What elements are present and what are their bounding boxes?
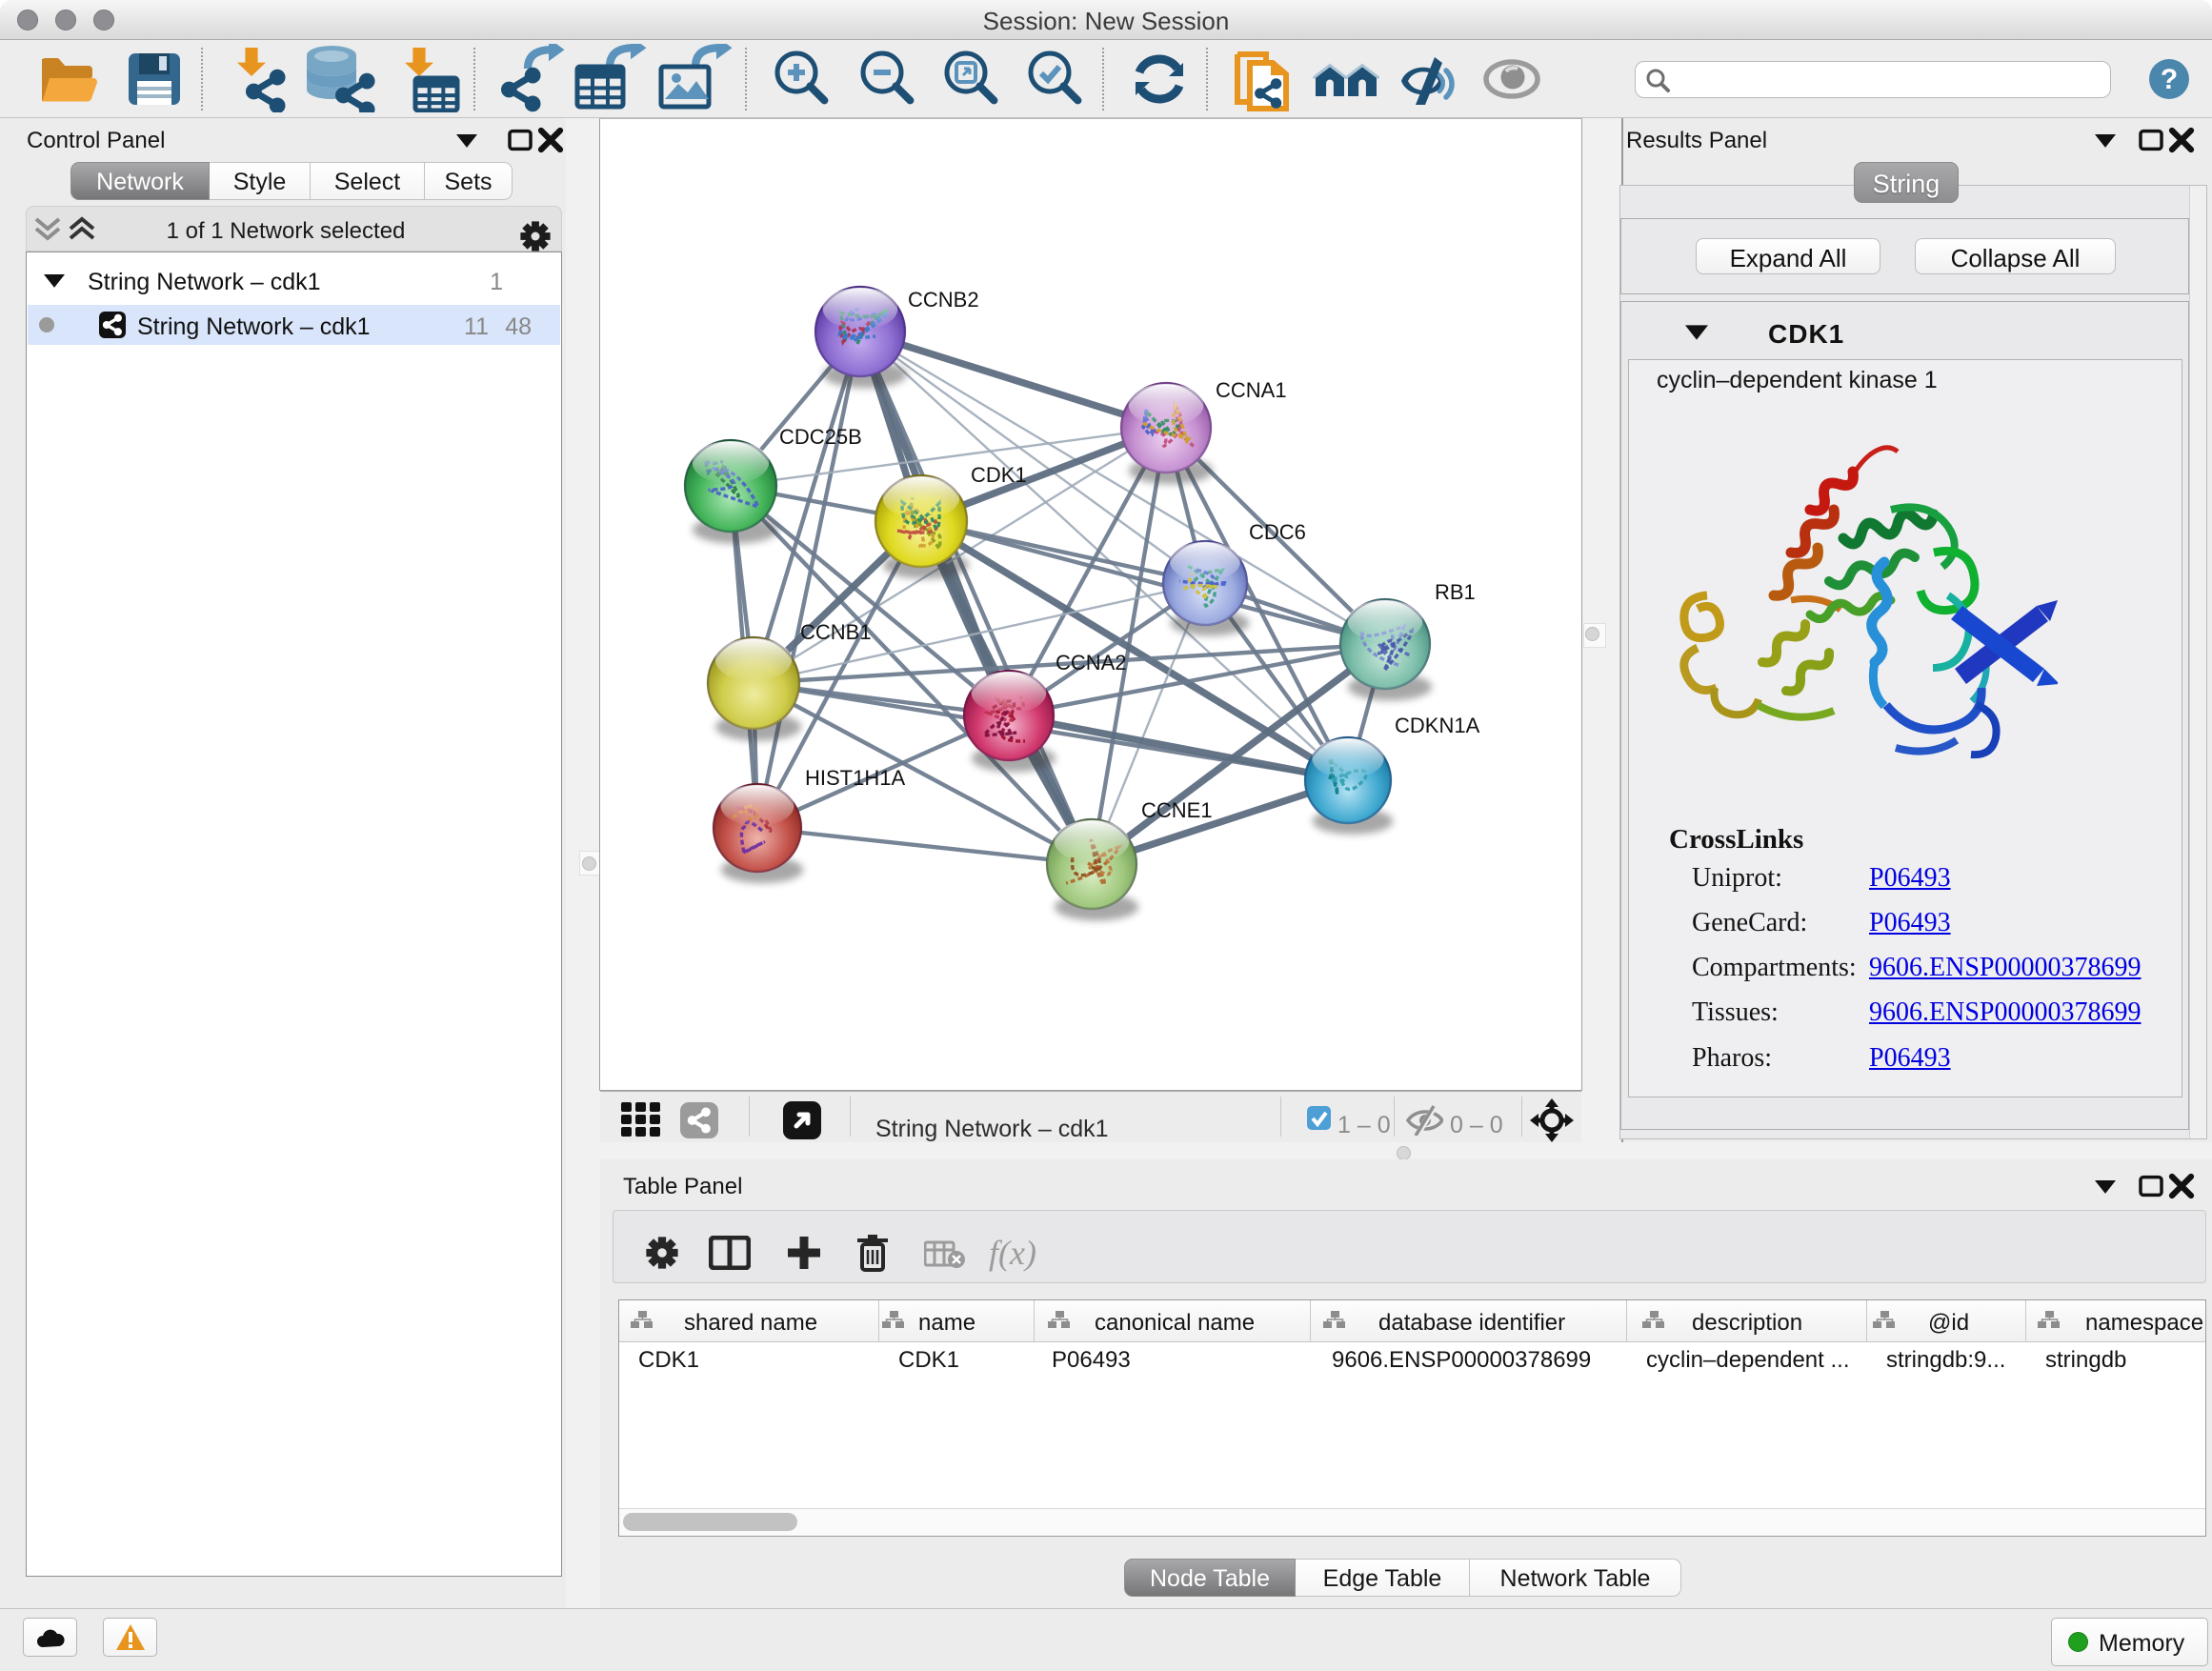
svg-text:CCNB1: CCNB1: [800, 620, 872, 644]
svg-text:CDC6: CDC6: [1249, 520, 1306, 544]
svg-text:CDC25B: CDC25B: [779, 425, 862, 449]
svg-text:CCNE1: CCNE1: [1141, 798, 1213, 822]
svg-text:HIST1H1A: HIST1H1A: [805, 766, 905, 790]
svg-text:RB1: RB1: [1435, 580, 1476, 604]
svg-text:CCNB2: CCNB2: [908, 288, 979, 312]
svg-text:CDKN1A: CDKN1A: [1395, 714, 1480, 737]
svg-text:CCNA2: CCNA2: [1056, 651, 1127, 674]
svg-text:CDK1: CDK1: [971, 463, 1027, 487]
svg-text:CCNA1: CCNA1: [1216, 378, 1287, 402]
